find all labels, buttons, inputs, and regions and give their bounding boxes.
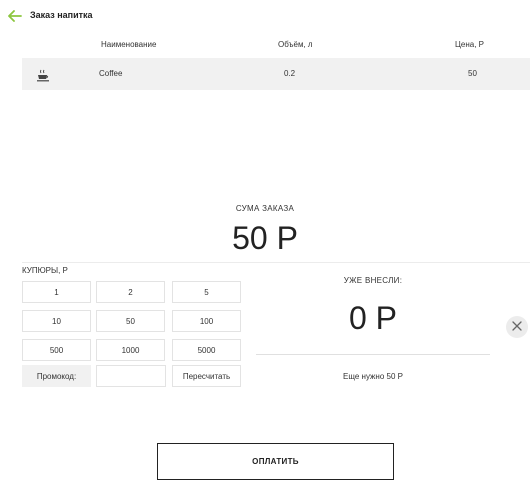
order-sum-value: 50 Р bbox=[232, 220, 298, 256]
bills-label: КУПЮРЫ, Р bbox=[22, 266, 68, 275]
divider bbox=[22, 262, 530, 263]
bill-button-5[interactable]: 5 bbox=[172, 281, 241, 303]
bill-button-500[interactable]: 500 bbox=[22, 339, 91, 361]
promo-code-input[interactable] bbox=[96, 365, 166, 387]
drink-volume: 0.2 bbox=[284, 69, 296, 78]
column-volume-header: Объём, л bbox=[278, 40, 313, 49]
bill-button-50[interactable]: 50 bbox=[96, 310, 165, 332]
paid-label: УЖЕ ВНЕСЛИ: bbox=[343, 276, 403, 285]
recalculate-button[interactable]: Пересчитать bbox=[172, 365, 241, 387]
table-header: Наименование Объём, л Цена, Р bbox=[22, 40, 530, 54]
drink-price: 50 bbox=[468, 69, 477, 78]
header: Заказ напитка bbox=[8, 8, 93, 22]
pay-button[interactable]: ОПЛАТИТЬ bbox=[157, 443, 394, 480]
close-icon bbox=[512, 318, 522, 336]
bill-button-1000[interactable]: 1000 bbox=[96, 339, 165, 361]
paid-value: 0 Р bbox=[348, 300, 398, 336]
bill-button-1[interactable]: 1 bbox=[22, 281, 91, 303]
close-button[interactable] bbox=[506, 316, 528, 338]
column-price-header: Цена, Р bbox=[455, 40, 485, 49]
coffee-cup-icon bbox=[36, 69, 50, 83]
drink-name: Coffee bbox=[99, 69, 123, 78]
remaining-amount-text: Еще нужно 50 Р bbox=[343, 372, 403, 381]
bill-button-2[interactable]: 2 bbox=[96, 281, 165, 303]
divider bbox=[256, 354, 490, 355]
order-sum-label: СУМА ЗАКАЗА bbox=[235, 204, 295, 213]
promo-code-label: Промокод: bbox=[22, 365, 91, 387]
arrow-left-icon[interactable] bbox=[8, 9, 22, 22]
table-row[interactable]: Coffee 0.2 50 bbox=[22, 58, 530, 90]
bill-button-100[interactable]: 100 bbox=[172, 310, 241, 332]
page-title: Заказ напитка bbox=[30, 10, 93, 20]
bill-button-10[interactable]: 10 bbox=[22, 310, 91, 332]
bill-button-5000[interactable]: 5000 bbox=[172, 339, 241, 361]
column-name-header: Наименование bbox=[101, 40, 157, 49]
